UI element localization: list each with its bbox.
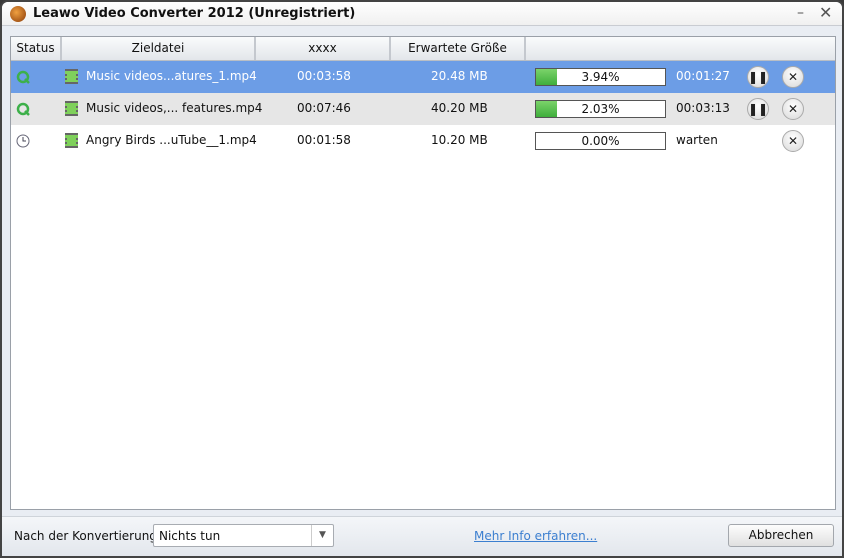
remaining-time: warten [676, 133, 718, 147]
expected-size: 10.20 MB [431, 133, 488, 147]
progress-label: 2.03% [581, 102, 620, 116]
file-name: Music videos...atures_1.mp4 [86, 69, 257, 83]
remove-button[interactable]: ✕ [782, 66, 804, 88]
app-logo-icon [10, 6, 26, 22]
video-file-icon [65, 69, 78, 84]
remove-button[interactable]: ✕ [782, 98, 804, 120]
more-info-link[interactable]: Mehr Info erfahren... [474, 529, 597, 543]
after-conversion-value: Nichts tun [159, 529, 221, 543]
file-name: Music videos,... features.mp4 [86, 101, 263, 115]
close-button[interactable]: ✕ [819, 3, 832, 22]
col-zieldatei[interactable]: Zieldatei [62, 37, 256, 60]
progress-label: 0.00% [581, 134, 620, 148]
duration: 00:01:58 [297, 133, 351, 147]
footer-bar: Nach der Konvertierung: Nichts tun ▼ Meh… [2, 516, 842, 556]
expected-size: 20.48 MB [431, 69, 488, 83]
progress-bar: 3.94% [535, 68, 666, 86]
table-row[interactable]: Music videos,... features.mp4 00:07:46 4… [11, 93, 835, 125]
after-conversion-select[interactable]: Nichts tun ▼ [153, 524, 334, 547]
progress-bar: 2.03% [535, 100, 666, 118]
converting-icon [16, 102, 30, 116]
remove-button[interactable]: ✕ [782, 130, 804, 152]
file-name: Angry Birds ...uTube__1.mp4 [86, 133, 257, 147]
table-header: Status Zieldatei xxxx Erwartete Größe [11, 37, 835, 61]
col-xxxx[interactable]: xxxx [256, 37, 391, 60]
cancel-button[interactable]: Abbrechen [728, 524, 834, 547]
table-row[interactable]: Music videos...atures_1.mp4 00:03:58 20.… [11, 61, 835, 93]
remaining-time: 00:01:27 [676, 69, 730, 83]
pause-button[interactable]: ❚❚ [747, 66, 769, 88]
minimize-button[interactable]: – [797, 5, 804, 21]
duration: 00:03:58 [297, 69, 351, 83]
converting-icon [16, 70, 30, 84]
duration: 00:07:46 [297, 101, 351, 115]
table-row[interactable]: Angry Birds ...uTube__1.mp4 00:01:58 10.… [11, 125, 835, 157]
col-size[interactable]: Erwartete Größe [391, 37, 526, 60]
conversion-list: Status Zieldatei xxxx Erwartete Größe Mu… [10, 36, 836, 510]
after-conversion-label: Nach der Konvertierung: [14, 529, 161, 543]
pause-button[interactable]: ❚❚ [747, 98, 769, 120]
title-bar: Leawo Video Converter 2012 (Unregistrier… [2, 2, 842, 26]
progress-bar: 0.00% [535, 132, 666, 150]
col-status[interactable]: Status [11, 37, 62, 60]
app-window: Leawo Video Converter 2012 (Unregistrier… [0, 0, 844, 558]
video-file-icon [65, 101, 78, 116]
video-file-icon [65, 133, 78, 148]
col-progress [526, 37, 835, 60]
clock-icon [16, 134, 30, 148]
progress-label: 3.94% [581, 70, 620, 84]
chevron-down-icon[interactable]: ▼ [311, 525, 333, 546]
remaining-time: 00:03:13 [676, 101, 730, 115]
expected-size: 40.20 MB [431, 101, 488, 115]
window-title: Leawo Video Converter 2012 (Unregistrier… [33, 6, 356, 21]
